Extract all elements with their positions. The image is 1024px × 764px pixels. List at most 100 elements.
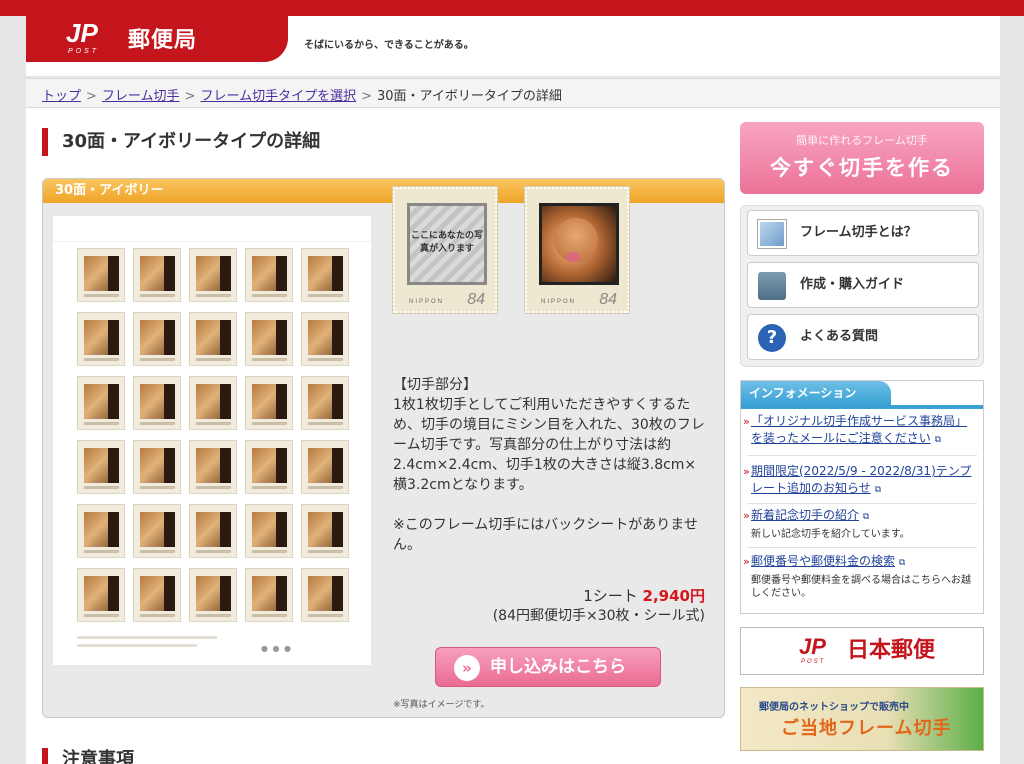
info-item: » 「オリジナル切手作成サービス事務局」を装ったメールにご注意ください ⧉: [743, 413, 977, 449]
arrow-icon: »: [743, 555, 750, 568]
sheet-mini-stamp: [245, 568, 293, 622]
sidebar-item-label: フレーム切手とは？: [800, 225, 917, 240]
sheet-mini-stamp: [245, 440, 293, 494]
mini-stamp-photo: [140, 256, 175, 291]
stamp-sample-placeholder: ここにあなたの写真が入ります NIPPON 84: [392, 186, 498, 314]
sheet-footnote-line: [77, 636, 217, 639]
mini-stamp-photo: [252, 384, 287, 419]
mini-stamp-nippon-strip: [196, 422, 231, 425]
sidebar-item-about[interactable]: フレーム切手とは？: [747, 210, 979, 256]
sheet-mini-stamp: [133, 376, 181, 430]
mini-stamp-nippon-strip: [140, 358, 175, 361]
sheet-mini-stamp: [77, 248, 125, 302]
information-title-rule: [741, 405, 983, 409]
mini-stamp-photo: [308, 384, 343, 419]
mini-stamp-nippon-strip: [252, 486, 287, 489]
mini-stamp-nippon-strip: [308, 358, 343, 361]
apply-button[interactable]: » 申し込みはこちら: [435, 647, 661, 687]
mini-stamp-photo: [84, 448, 119, 483]
sheet-mini-stamp: [301, 248, 349, 302]
mini-stamp-photo: [84, 256, 119, 291]
sheet-mini-stamp: [189, 248, 237, 302]
info-link-postal-search[interactable]: 郵便番号や郵便料金の検索: [751, 554, 895, 568]
sheet-mini-stamp: [133, 568, 181, 622]
sheet-mini-stamp: [245, 504, 293, 558]
sheet-mini-stamp: [245, 376, 293, 430]
mini-stamp-nippon-strip: [196, 486, 231, 489]
mini-stamp-photo: [196, 256, 231, 291]
information-box: インフォメーション » 「オリジナル切手作成サービス事務局」を装ったメールにご注…: [740, 380, 984, 614]
sheet-mini-stamp: [301, 312, 349, 366]
mini-stamp-nippon-strip: [140, 486, 175, 489]
sheet-mini-stamp: [301, 568, 349, 622]
mini-stamp-nippon-strip: [84, 294, 119, 297]
question-icon: ?: [758, 324, 786, 352]
mini-stamp-nippon-strip: [196, 294, 231, 297]
divider: [747, 547, 977, 548]
mini-stamp-nippon-strip: [140, 422, 175, 425]
divider: [747, 455, 977, 456]
info-link-commemorative[interactable]: 新着記念切手の紹介: [751, 508, 859, 522]
mini-stamp-photo: [308, 256, 343, 291]
mini-stamp-nippon-strip: [140, 550, 175, 553]
sheet-mini-stamp: [189, 312, 237, 366]
mini-stamp-photo: [252, 320, 287, 355]
sheet-mini-stamp: [77, 504, 125, 558]
breadcrumb-link-select-type[interactable]: フレーム切手タイプを選択: [200, 89, 356, 104]
mini-stamp-nippon-strip: [84, 486, 119, 489]
sheet-mini-stamp: [133, 248, 181, 302]
breadcrumb-link-frame-stamp[interactable]: フレーム切手: [102, 89, 180, 104]
info-link-template[interactable]: 期間限定(2022/5/9 - 2022/8/31)テンプレート追加のお知らせ: [751, 464, 971, 495]
sheet-dots: ● ● ●: [261, 644, 293, 653]
japan-post-name: 日本郵便: [847, 638, 936, 663]
mini-stamp-photo: [140, 384, 175, 419]
price-prefix: 1シート: [583, 587, 638, 605]
mini-stamp-photo: [196, 512, 231, 547]
sheet-mini-stamp: [301, 376, 349, 430]
mini-stamp-nippon-strip: [252, 294, 287, 297]
mini-stamp-nippon-strip: [252, 614, 287, 617]
sidebar-menu: フレーム切手とは？ 作成・購入ガイド ? よくある質問: [740, 205, 984, 367]
make-stamp-button[interactable]: 簡単に作れるフレーム切手 今すぐ切手を作る: [740, 122, 984, 194]
japan-post-banner[interactable]: JP POST 日本郵便: [740, 627, 984, 675]
top-red-bar: [0, 0, 1024, 16]
sidebar-item-faq[interactable]: ? よくある質問: [747, 314, 979, 360]
mini-stamp-nippon-strip: [252, 550, 287, 553]
mini-stamp-nippon-strip: [308, 422, 343, 425]
mini-stamp-nippon-strip: [84, 358, 119, 361]
mini-stamp-photo: [308, 320, 343, 355]
net-shop-banner[interactable]: 郵便局のネットショップで販売中 ご当地フレーム切手: [740, 687, 984, 751]
photo-placeholder: ここにあなたの写真が入ります: [407, 203, 487, 285]
information-title: インフォメーション: [741, 381, 891, 405]
sheet-mini-stamp: [301, 504, 349, 558]
mini-stamp-photo: [308, 512, 343, 547]
tagline: そばにいるから、できることがある。: [304, 40, 474, 51]
sidebar-item-guide[interactable]: 作成・購入ガイド: [747, 262, 979, 308]
mini-stamp-photo: [196, 384, 231, 419]
logo-text: 郵便局: [128, 28, 198, 53]
photo-placeholder-text: ここにあなたの写真が入ります: [410, 231, 483, 254]
logo[interactable]: JP POST 郵便局: [26, 16, 288, 62]
mini-stamp-photo: [140, 576, 175, 611]
arrow-icon: »: [743, 415, 750, 428]
stamp-denomination: 84: [467, 291, 485, 308]
sheet-mini-stamp: [133, 312, 181, 366]
sheet-mini-stamp: [77, 376, 125, 430]
sheet-mini-stamp: [189, 440, 237, 494]
mini-stamp-nippon-strip: [252, 358, 287, 361]
stamp-sample-dog: NIPPON 84: [524, 186, 630, 314]
breadcrumb-separator: >: [86, 89, 97, 104]
breadcrumb-link-top[interactable]: トップ: [42, 89, 81, 104]
mini-stamp-nippon-strip: [196, 550, 231, 553]
dog-photo: [539, 203, 619, 285]
photo-icon: [757, 219, 787, 249]
arrow-icon: »: [743, 509, 750, 522]
desc-note: ※このフレーム切手にはバックシートがありません。: [393, 517, 698, 553]
guide-book-icon: [758, 272, 786, 300]
mini-stamp-nippon-strip: [84, 614, 119, 617]
mini-stamp-nippon-strip: [252, 422, 287, 425]
mini-stamp-photo: [308, 448, 343, 483]
page-title: 30面・アイボリータイプの詳細: [42, 128, 320, 156]
stamp-nippon-text: NIPPON: [541, 299, 577, 305]
sheet-mini-stamp: [189, 568, 237, 622]
